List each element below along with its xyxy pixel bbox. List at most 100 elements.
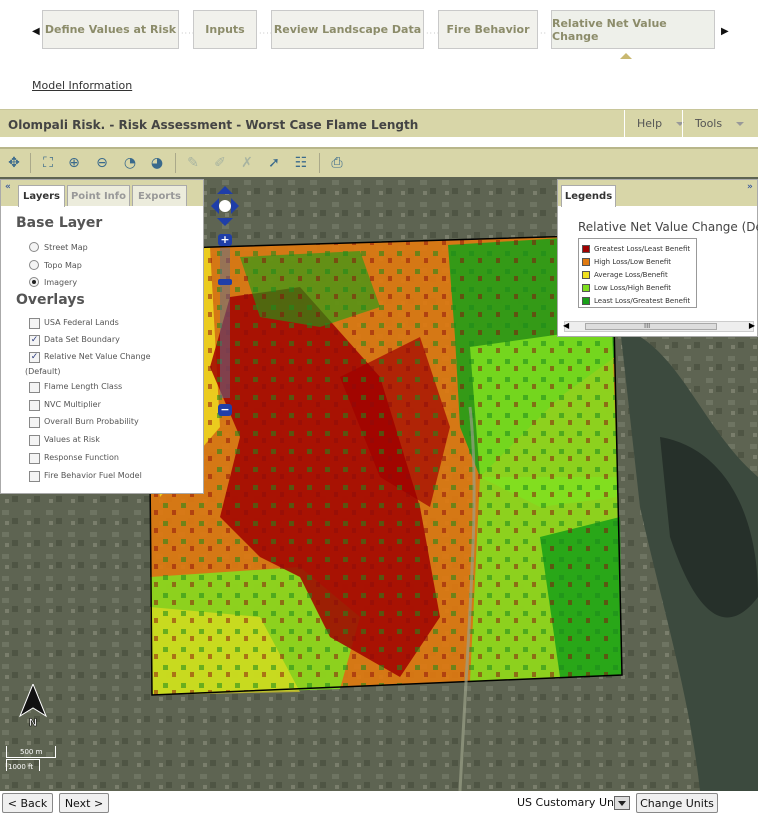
legend-box: Greatest Loss/Least Benefit High Loss/Lo…	[578, 238, 697, 308]
collapse-right-icon[interactable]: »	[747, 182, 753, 192]
overlay-values-at-risk[interactable]: Values at Risk	[29, 435, 100, 446]
active-step-indicator-icon	[620, 53, 632, 59]
overlay-label: NVC Multiplier	[44, 400, 101, 409]
zoom-previous-icon[interactable]: ◔	[120, 153, 140, 173]
tools-menu-label: Tools	[695, 117, 723, 130]
tab-exports[interactable]: Exports	[132, 185, 187, 206]
checkbox-icon[interactable]	[29, 382, 40, 393]
wizard-step-define-values[interactable]: Define Values at Risk	[42, 10, 179, 49]
zoom-minus-icon[interactable]: −	[218, 404, 232, 416]
help-menu[interactable]: Help	[624, 110, 685, 137]
legend-swatch	[582, 270, 590, 279]
pan-icon[interactable]: ✥	[4, 153, 24, 173]
radio-selected-icon[interactable]	[29, 277, 39, 287]
legend-label: Least Loss/Greatest Benefit	[594, 296, 691, 305]
radio-icon[interactable]	[29, 242, 39, 252]
overlay-flame-length-class[interactable]: Flame Length Class	[29, 382, 122, 393]
wizard-prev-arrow-icon[interactable]: ◀	[32, 26, 40, 37]
topo-map-label: Topo Map	[44, 260, 82, 270]
overlay-usa-federal-lands[interactable]: USA Federal Lands	[29, 318, 119, 329]
help-menu-label: Help	[637, 117, 663, 130]
zoom-out-icon[interactable]: ⊖	[92, 153, 112, 173]
zoom-slider-track[interactable]	[220, 248, 230, 398]
scroll-thumb[interactable]: III	[585, 322, 717, 330]
checkbox-icon[interactable]	[29, 435, 40, 446]
step-separator: ··	[540, 29, 548, 38]
tab-point-info[interactable]: Point Info	[67, 185, 130, 206]
overlay-relative-net-value-change[interactable]: ✓ Relative Net Value Change	[29, 352, 151, 363]
legend-item: Average Loss/Benefit	[579, 268, 696, 281]
tab-layers[interactable]: Layers	[18, 185, 65, 207]
checkbox-icon[interactable]	[29, 471, 40, 482]
print-icon[interactable]: ⎙	[327, 153, 347, 173]
comment-delete-icon: ✗	[241, 155, 253, 171]
checkbox-checked-icon[interactable]: ✓	[29, 352, 40, 363]
street-map-label: Street Map	[44, 242, 88, 252]
scale-metric-label: 500 m	[20, 748, 43, 756]
overlay-nvc-multiplier[interactable]: NVC Multiplier	[29, 400, 101, 411]
base-layer-topo-map[interactable]: Topo Map	[29, 260, 82, 270]
scroll-grip: III	[644, 322, 651, 330]
page-title: Olompali Risk. - Risk Assessment - Worst…	[8, 118, 419, 132]
overlay-label: Relative Net Value Change	[44, 352, 151, 361]
identify-icon[interactable]: ➚	[264, 153, 284, 173]
legend-horizontal-scrollbar[interactable]: ◀ III ▶	[563, 321, 755, 332]
base-layer-imagery[interactable]: Imagery	[29, 277, 77, 287]
wizard-step-inputs[interactable]: Inputs	[193, 10, 257, 49]
overlay-label: Flame Length Class	[44, 382, 123, 391]
checkbox-icon[interactable]	[29, 453, 40, 464]
wizard-step-net-value-change[interactable]: Relative Net Value Change	[551, 10, 715, 49]
zoom-extent-icon[interactable]: ⛶	[38, 153, 58, 173]
base-layer-street-map[interactable]: Street Map	[29, 242, 88, 252]
table-icon[interactable]: ☷	[291, 153, 311, 173]
overlay-data-set-boundary[interactable]: ✓ Data Set Boundary	[29, 335, 120, 346]
back-button[interactable]: < Back	[2, 793, 53, 813]
overlay-overall-burn-probability[interactable]: Overall Burn Probability	[29, 417, 139, 428]
layers-panel: « Layers Point Info Exports Base Layer S…	[0, 179, 204, 494]
scroll-left-icon[interactable]: ◀	[563, 321, 569, 330]
title-bar: Olompali Risk. - Risk Assessment - Worst…	[0, 109, 758, 137]
legend-swatch	[582, 296, 590, 305]
checkbox-icon[interactable]	[29, 400, 40, 411]
radio-icon[interactable]	[29, 260, 39, 270]
checkbox-icon[interactable]	[29, 417, 40, 428]
toolbar-divider	[30, 153, 31, 173]
scale-imperial-label: 1000 ft	[8, 763, 34, 771]
units-dropdown-icon[interactable]	[614, 796, 630, 810]
pan-control-icon[interactable]	[211, 186, 239, 226]
scale-bar: 500 m 1000 ft	[6, 746, 66, 778]
overlay-response-function[interactable]: Response Function	[29, 453, 119, 464]
legend-item: High Loss/Low Benefit	[579, 255, 696, 268]
zoom-in-icon[interactable]: ⊕	[64, 153, 84, 173]
overlay-label: Data Set Boundary	[44, 335, 120, 344]
layers-panel-tabs: « Layers Point Info Exports	[1, 180, 203, 207]
wizard-next-arrow-icon[interactable]: ▶	[721, 26, 729, 37]
units-select-value[interactable]: US Customary Units	[517, 796, 627, 809]
checkbox-checked-icon[interactable]: ✓	[29, 335, 40, 346]
model-information-link[interactable]: Model Information	[32, 79, 132, 92]
legend-label: Greatest Loss/Least Benefit	[594, 244, 691, 253]
zoom-plus-icon[interactable]: +	[218, 234, 232, 246]
map-toolbar: ✥ ⛶ ⊕ ⊖ ◔ ◕ ✎ ✐ ✗ ➚ ☷ ⎙	[0, 147, 758, 177]
change-units-button[interactable]: Change Units	[636, 793, 718, 813]
legend-swatch	[582, 283, 590, 292]
comment-edit-icon: ✐	[214, 155, 226, 171]
wizard-step-fire-behavior[interactable]: Fire Behavior	[438, 10, 538, 49]
overlay-label: Response Function	[44, 453, 119, 462]
toolbar-divider	[319, 153, 320, 173]
zoom-slider-handle[interactable]	[218, 279, 232, 285]
overlay-label: Fire Behavior Fuel Model	[44, 471, 142, 480]
overlays-heading: Overlays	[16, 292, 85, 308]
collapse-left-icon[interactable]: «	[5, 182, 11, 192]
overlay-fire-behavior-fuel-model[interactable]: Fire Behavior Fuel Model	[29, 471, 142, 482]
tools-menu[interactable]: Tools	[682, 110, 758, 137]
next-button[interactable]: Next >	[59, 793, 109, 813]
legend-item: Least Loss/Greatest Benefit	[579, 294, 696, 307]
scroll-right-icon[interactable]: ▶	[749, 321, 755, 330]
chevron-down-icon	[736, 121, 745, 126]
comment-icon: ✎	[187, 155, 199, 171]
tab-legends[interactable]: Legends	[561, 185, 616, 207]
checkbox-icon[interactable]	[29, 318, 40, 329]
zoom-next-icon[interactable]: ◕	[147, 153, 167, 173]
wizard-step-review-landscape[interactable]: Review Landscape Data	[271, 10, 424, 49]
